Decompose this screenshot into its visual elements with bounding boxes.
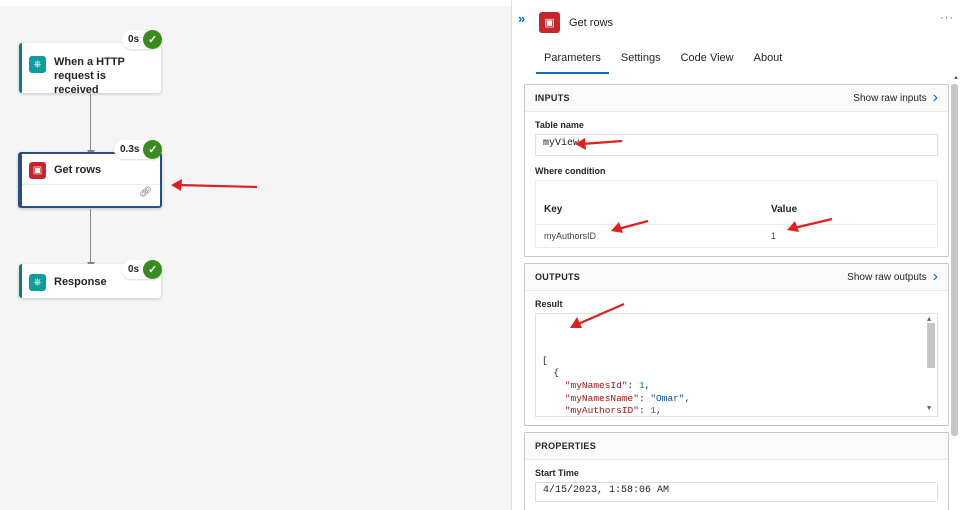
annotation-arrow [611, 219, 649, 233]
table-header: Key Value [536, 181, 937, 225]
start-time-value: 4/15/2023, 1:58:06 AM [535, 482, 938, 502]
link-icon[interactable]: 🔗︎ [139, 187, 152, 198]
node-footer: 🔗︎ [22, 184, 160, 201]
table-row: myAuthorsID 1 [536, 225, 937, 247]
sql-connector-icon: ▣ [539, 12, 560, 33]
key-header: Key [544, 204, 563, 215]
connector-line [90, 209, 91, 264]
code-line: "myNamesName": "Omar", [564, 392, 691, 404]
duration-label: 0s [128, 34, 140, 45]
row-value: 1 [771, 231, 777, 241]
sql-connector-icon: ▣ [29, 162, 46, 179]
annotation-arrow [787, 217, 833, 232]
json-key: "myAuthorsID" [564, 405, 639, 417]
section-label: PROPERTIES [535, 441, 597, 451]
inputs-section: INPUTS Show raw inputs › Table name myVi… [524, 84, 949, 257]
node-http-trigger[interactable]: ⎈ When a HTTP request is received [19, 43, 161, 96]
chevron-right-icon: › [932, 89, 938, 106]
show-raw-outputs-button[interactable]: Show raw outputs › [847, 268, 938, 285]
where-condition-table: Key Value myAuthorsID 1 [535, 180, 938, 248]
panel-tabs: Parameters Settings Code View About [536, 52, 794, 74]
panel-title: Get rows [569, 17, 614, 29]
section-label: INPUTS [535, 93, 570, 103]
outputs-section: OUTPUTS Show raw outputs › Result ▲ ▼ [ … [524, 263, 949, 426]
json-value: 1 [650, 405, 657, 417]
designer-canvas[interactable]: ⎈ When a HTTP request is received 0s ✓ ▣… [0, 0, 511, 510]
json-value: 1 [638, 379, 645, 391]
success-check-icon: ✓ [143, 260, 163, 279]
scroll-down-icon[interactable]: ▼ [927, 403, 931, 416]
tab-code-view[interactable]: Code View [673, 52, 742, 74]
properties-section: PROPERTIES Start Time 4/15/2023, 1:58:06… [524, 432, 949, 510]
status-badge: 0s ✓ [122, 260, 163, 279]
annotation-arrow [171, 179, 258, 191]
panel-scrollbar[interactable] [951, 84, 958, 436]
where-condition-label: Where condition [535, 166, 606, 176]
response-icon: ⎈ [29, 274, 46, 291]
code-scrollbar[interactable]: ▲ ▼ [926, 314, 936, 416]
tab-settings[interactable]: Settings [613, 52, 669, 74]
scroll-thumb[interactable] [927, 323, 935, 368]
row-key: myAuthorsID [544, 231, 597, 241]
section-label: OUTPUTS [535, 272, 581, 282]
annotation-arrow [570, 302, 625, 328]
chevron-right-icon: › [932, 268, 938, 285]
http-request-icon: ⎈ [29, 56, 46, 73]
outputs-header: OUTPUTS Show raw outputs › [525, 264, 948, 291]
button-label: Show raw inputs [853, 92, 927, 104]
tab-parameters[interactable]: Parameters [536, 52, 609, 74]
inputs-header: INPUTS Show raw inputs › [525, 85, 948, 112]
code-line: "myNamesId": 1, [564, 379, 651, 391]
start-time-label: Start Time [535, 468, 579, 478]
duration-label: 0s [128, 264, 140, 275]
table-name-label: Table name [535, 120, 584, 130]
json-key: "myNamesName" [564, 392, 639, 404]
annotation-arrow [575, 138, 623, 150]
json-key: "myNamesId" [564, 379, 628, 391]
success-check-icon: ✓ [143, 30, 163, 49]
node-title: Response [54, 276, 107, 288]
more-options-icon[interactable]: ··· [940, 12, 954, 24]
node-title: When a HTTP request is received [54, 56, 125, 96]
properties-header: PROPERTIES [525, 433, 948, 460]
details-panel: » ▣ Get rows ··· Parameters Settings Cod… [511, 0, 966, 510]
status-badge: 0.3s ✓ [114, 140, 163, 159]
tab-about[interactable]: About [746, 52, 791, 74]
show-raw-inputs-button[interactable]: Show raw inputs › [853, 89, 938, 106]
code-line: { [542, 367, 560, 379]
node-get-rows[interactable]: ▣ Get rows 🔗︎ [18, 152, 162, 208]
json-value: "Omar" [650, 392, 685, 404]
panel-scroll-up-icon[interactable]: ▲ [953, 75, 959, 81]
node-title: Get rows [54, 164, 102, 176]
duration-label: 0.3s [120, 144, 140, 155]
status-badge: 0s ✓ [122, 30, 163, 49]
code-line: "myAuthorsID": 1, [564, 405, 662, 417]
expand-panel-icon[interactable]: » [518, 11, 525, 26]
code-line: [ [542, 354, 548, 366]
button-label: Show raw outputs [847, 271, 927, 283]
